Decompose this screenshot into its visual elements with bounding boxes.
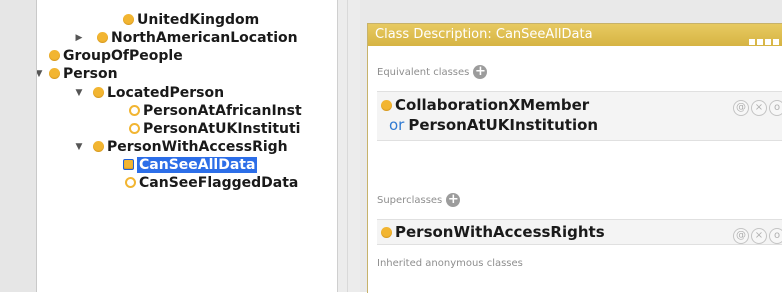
delete-icon[interactable]: × (751, 100, 767, 116)
class-icon (381, 227, 392, 238)
tree-item-label: LocatedPerson (107, 85, 225, 101)
add-equivalent-class-button[interactable]: + (473, 65, 488, 79)
delete-icon[interactable]: × (751, 228, 767, 244)
tree-item-unitedkingdom[interactable]: UnitedKingdom (123, 11, 259, 29)
view-options-icon[interactable] (757, 39, 763, 45)
or-keyword: or (389, 116, 405, 134)
class-icon (49, 68, 60, 79)
view-options-icon[interactable] (765, 39, 771, 45)
equivalent-class-entry[interactable]: CollaborationXMember or PersonAtUKInstitu… (377, 91, 782, 141)
tree-item-canseealldata[interactable]: CanSeeAllData (123, 156, 258, 174)
defined-class-icon (125, 177, 136, 188)
add-superclass-button[interactable]: + (446, 193, 461, 207)
panel-header: Class Description: CanSeeAllData (368, 24, 782, 46)
pane-splitter[interactable] (337, 0, 361, 292)
defined-class-icon (129, 105, 140, 116)
tree-item-canseeflaggeddata[interactable]: CanSeeFlaggedData (125, 174, 298, 192)
inherited-anonymous-classes-section: Inherited anonymous classes (377, 258, 523, 269)
entry-buttons: @ × o (731, 223, 782, 244)
tree-item-label: Person (63, 66, 118, 82)
class-icon (93, 141, 104, 152)
tree-item-label-selected: CanSeeAllData (137, 157, 258, 173)
class-name: CollaborationXMember (395, 96, 590, 114)
info-icon[interactable]: @ (733, 228, 749, 244)
edit-icon[interactable]: o (769, 100, 782, 116)
view-options-icon[interactable] (749, 39, 755, 45)
class-description-panel: Class Description: CanSeeAllData Equival… (367, 23, 782, 293)
panel-title: Class Description: CanSeeAllData (375, 27, 593, 42)
class-icon (49, 50, 60, 61)
view-controls[interactable] (747, 31, 779, 45)
expand-arrow-icon[interactable]: ▶ (73, 29, 85, 47)
entry-buttons: @ × o (731, 95, 782, 116)
superclass-entry[interactable]: PersonWithAccessRights @ × o (377, 219, 782, 245)
collapse-arrow-icon[interactable]: ▼ (37, 65, 45, 83)
tree-item-label: UnitedKingdom (137, 12, 260, 28)
info-icon[interactable]: @ (733, 100, 749, 116)
class-name: PersonWithAccessRights (395, 223, 605, 241)
tree-item-label: PersonAtAfricanInst (143, 103, 302, 119)
tree-item-label: NorthAmericanLocation (111, 30, 298, 46)
tree-item-personatukinstituti[interactable]: PersonAtUKInstituti (129, 120, 300, 138)
tree-item-label: PersonWithAccessRigh (107, 139, 288, 155)
left-gutter (0, 0, 37, 292)
collapse-arrow-icon[interactable]: ▼ (73, 138, 85, 156)
defined-class-icon (123, 159, 134, 170)
tree-item-label: CanSeeFlaggedData (139, 175, 299, 191)
section-label: Equivalent classes (377, 67, 470, 78)
class-icon (97, 32, 108, 43)
edit-icon[interactable]: o (769, 228, 782, 244)
class-hierarchy-tree[interactable]: UnitedKingdom ▶ NorthAmericanLocation Gr… (37, 0, 337, 292)
class-name: PersonAtUKInstitution (408, 116, 599, 134)
section-label: Inherited anonymous classes (377, 258, 523, 269)
tree-item-label: GroupOfPeople (63, 48, 183, 64)
equivalent-classes-section: Equivalent classes + (377, 65, 488, 79)
tree-item-personatafricaninst[interactable]: PersonAtAfricanInst (129, 102, 302, 120)
close-view-icon[interactable] (773, 39, 779, 45)
class-icon (381, 100, 392, 111)
superclasses-section: Superclasses + (377, 193, 461, 207)
collapse-arrow-icon[interactable]: ▼ (73, 84, 85, 102)
class-icon (93, 87, 104, 98)
tree-item-label: PersonAtUKInstituti (143, 121, 301, 137)
defined-class-icon (129, 123, 140, 134)
section-label: Superclasses (377, 195, 443, 206)
class-icon (123, 14, 134, 25)
